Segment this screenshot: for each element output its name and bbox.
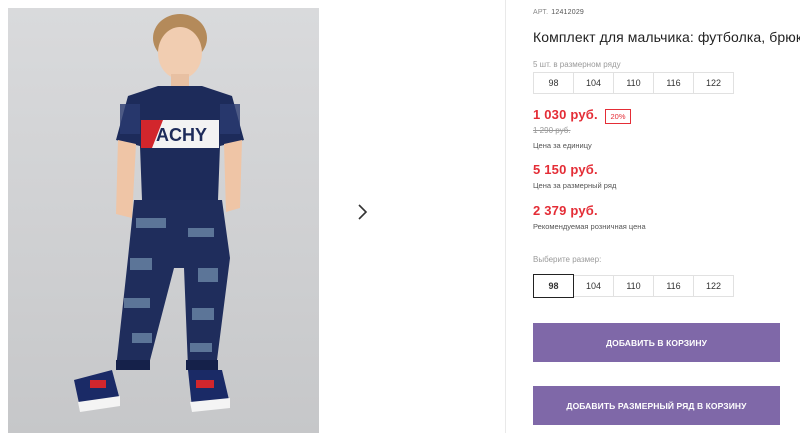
add-size-row-to-cart-button[interactable]: ДОБАВИТЬ РАЗМЕРНЫЙ РЯД В КОРЗИНУ [533, 386, 780, 425]
product-photo[interactable]: ACHY [8, 8, 319, 433]
boy-illustration: ACHY [74, 14, 244, 412]
size-row-item: 110 [613, 72, 654, 94]
unit-price: 1 030 руб. [533, 107, 598, 122]
discount-badge: 20% [605, 109, 631, 124]
product-title: Комплект для мальчика: футболка, брюки [533, 29, 800, 45]
size-row-list: 98 104 110 116 122 [533, 72, 734, 94]
size-row-item: 98 [533, 72, 574, 94]
size-select-hint: Выберите размер: [533, 255, 602, 264]
row-price-label: Цена за размерный ряд [533, 181, 617, 190]
size-row-item: 104 [573, 72, 614, 94]
article-number: АРТ. 12412029 [533, 9, 584, 16]
product-info-panel: АРТ. 12412029 Комплект для мальчика: футб… [533, 0, 800, 433]
size-row-item: 122 [693, 72, 734, 94]
shirt-print-text: ACHY [156, 125, 207, 145]
size-option-104[interactable]: 104 [573, 275, 614, 297]
panel-divider [505, 0, 506, 433]
size-row-hint: 5 шт. в размерном ряду [533, 60, 621, 69]
retail-price: 2 379 руб. [533, 203, 598, 218]
chevron-right-icon [356, 203, 368, 223]
size-option-122[interactable]: 122 [693, 275, 734, 297]
size-row-item: 116 [653, 72, 694, 94]
retail-price-label: Рекомендуемая розничная цена [533, 222, 646, 231]
old-price: 1 290 руб. [533, 126, 571, 135]
add-to-cart-button[interactable]: ДОБАВИТЬ В КОРЗИНУ [533, 323, 780, 362]
size-option-98[interactable]: 98 [533, 274, 574, 298]
size-select-list: 98 104 110 116 122 [533, 274, 734, 298]
unit-price-label: Цена за единицу [533, 141, 592, 150]
size-option-110[interactable]: 110 [613, 275, 654, 297]
article-label: АРТ. [533, 9, 549, 16]
gallery-next-button[interactable] [343, 193, 381, 233]
article-value: 12412029 [551, 9, 585, 16]
product-gallery: ACHY [0, 0, 510, 433]
row-price: 5 150 руб. [533, 162, 598, 177]
size-option-116[interactable]: 116 [653, 275, 694, 297]
